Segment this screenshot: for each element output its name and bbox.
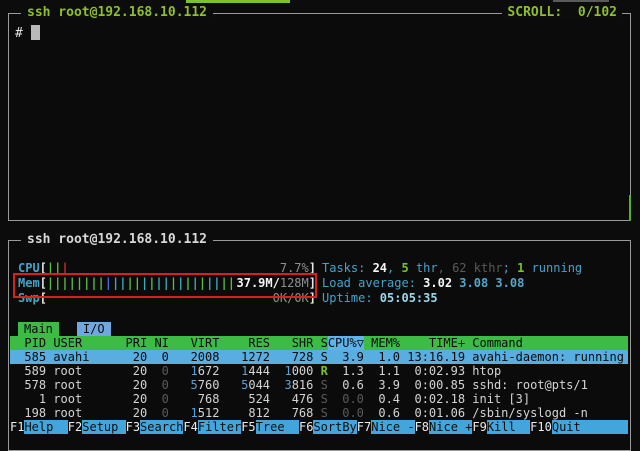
active-pane-edge-accent — [629, 195, 631, 221]
process-table-header: PIDUSERPRINIVIRTRESSHRSCPU%▽MEM%TIME+Com… — [10, 336, 628, 350]
pane-title: ssh root@192.168.10.112 — [21, 5, 213, 20]
column-header-cmd[interactable]: Command — [465, 336, 628, 350]
tab-main[interactable]: Main — [18, 322, 59, 336]
prompt-symbol: # — [15, 26, 23, 41]
fkey-tree[interactable]: F5Tree — [241, 420, 299, 434]
column-header-time[interactable]: TIME+ — [400, 336, 465, 350]
column-header-virt[interactable]: VIRT — [169, 336, 220, 350]
htop-meters: CPU[|||7.7%]Mem[||||||||||||||||||||||||… — [10, 261, 316, 306]
column-header-user[interactable]: USER — [46, 336, 118, 350]
terminal-cursor — [31, 25, 40, 40]
column-header-shr[interactable]: SHR — [270, 336, 313, 350]
process-row-pid-578[interactable]: 578root200576050443816S0.63.90:00.85sshd… — [10, 378, 628, 392]
htop-tabs: Main I/O — [10, 322, 628, 336]
htop-summary: Tasks: 24, 5 thr, 62 kthr; 1 runningLoad… — [322, 261, 582, 306]
function-key-bar: F1HelpF2SetupF3SearchF4FilterF5TreeF6Sor… — [10, 420, 628, 434]
scroll-position-indicator: SCROLL: 0/102 — [502, 5, 622, 20]
tab-i-o[interactable]: I/O — [77, 322, 111, 336]
htop-app: CPU[|||7.7%]Mem[||||||||||||||||||||||||… — [9, 241, 630, 450]
column-header-res[interactable]: RES — [219, 336, 270, 350]
fkey-nice[interactable]: F8Nice + — [415, 420, 473, 434]
column-header-pri[interactable]: PRI — [118, 336, 147, 350]
shell-prompt-line[interactable]: # — [15, 25, 630, 41]
fkey-setup[interactable]: F2Setup — [68, 420, 126, 434]
cpu-meter: CPU[|||7.7%] — [10, 261, 316, 276]
uptime-text: Uptime: 05:05:35 — [322, 291, 582, 306]
tasks-text: Tasks: 24, 5 thr, 62 kthr; 1 running — [322, 261, 582, 276]
fkey-nice[interactable]: F7Nice - — [357, 420, 415, 434]
process-row-pid-589[interactable]: 589root200167214441000R1.31.10:02.93htop — [10, 364, 628, 378]
process-table: 585avahi20020081272728S3.91.013:16.19ava… — [10, 350, 628, 420]
column-header-ni[interactable]: NI — [147, 336, 169, 350]
load-average-text: Load average: 3.02 3.08 3.08 — [322, 276, 582, 291]
fkey-sortby[interactable]: F6SortBy — [299, 420, 357, 434]
column-header-mem[interactable]: MEM% — [364, 336, 400, 350]
fkey-search[interactable]: F3Search — [126, 420, 184, 434]
fkey-filter[interactable]: F4Filter — [183, 420, 241, 434]
column-header-cpu[interactable]: CPU%▽ — [328, 336, 364, 350]
fkey-quit[interactable]: F10Quit — [530, 420, 628, 434]
process-row-pid-198[interactable]: 198root2001512812768S0.00.60:01.06/sbin/… — [10, 406, 628, 420]
terminal-pane-bottom[interactable]: ssh root@192.168.10.112 CPU[|||7.7%]Mem[… — [8, 240, 631, 451]
fkey-kill[interactable]: F9Kill — [472, 420, 530, 434]
fkey-help[interactable]: F1Help — [10, 420, 68, 434]
column-header-pid[interactable]: PID — [10, 336, 46, 350]
process-row-pid-1[interactable]: 1root200768524476S0.00.40:02.18init [3] — [10, 392, 628, 406]
process-row-pid-585[interactable]: 585avahi20020081272728S3.91.013:16.19ava… — [10, 350, 628, 364]
swp-meter: Swp[0K/0K] — [10, 291, 316, 306]
mem-meter: Mem[||||||||||||||||||||||||||37.9M/128M… — [10, 276, 316, 291]
terminal-pane-top[interactable]: ssh root@192.168.10.112 SCROLL: 0/102 # — [8, 13, 631, 221]
column-header-s[interactable]: S — [313, 336, 327, 350]
recording-progress-artifact-dim — [553, 0, 609, 2]
recording-progress-artifact — [186, 0, 290, 3]
